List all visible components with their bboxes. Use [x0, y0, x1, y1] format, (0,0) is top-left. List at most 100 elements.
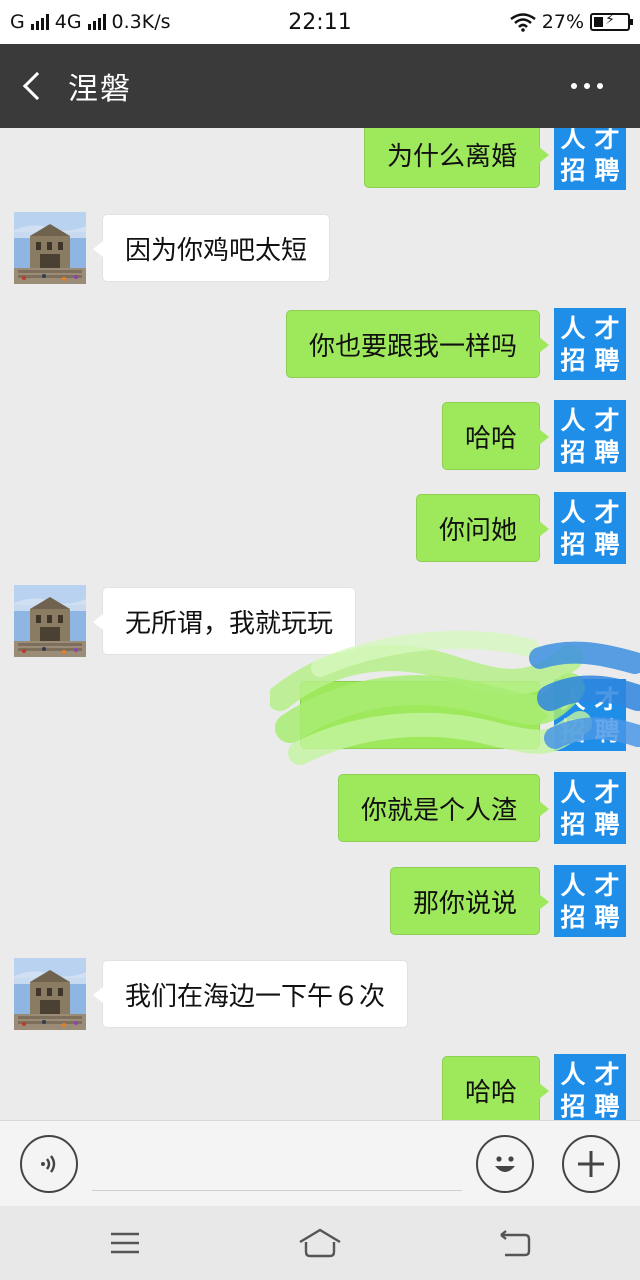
self-avatar[interactable]: 人才招聘 — [554, 128, 626, 190]
avatar-char: 人 — [560, 405, 586, 435]
sent-message-bubble[interactable] — [300, 681, 549, 749]
avatar-char: 人 — [560, 497, 586, 527]
self-avatar[interactable]: 人才招聘 — [554, 679, 626, 751]
message-row: 人才招聘那你说说 — [0, 865, 640, 937]
network-type-label: 4G — [54, 11, 82, 33]
system-nav-bar — [0, 1206, 640, 1280]
avatar-char: 人 — [560, 684, 586, 714]
avatar-char: 人 — [560, 777, 586, 807]
charging-icon: ⚡ — [605, 12, 615, 28]
avatar-char: 聘 — [594, 345, 620, 375]
avatar-char: 才 — [594, 684, 620, 714]
message-row: 人才招聘为什么离婚 — [0, 128, 640, 190]
battery-icon: ⚡ — [590, 12, 633, 31]
self-avatar[interactable]: 人才招聘 — [554, 492, 626, 564]
sent-message-bubble[interactable]: 那你说说 — [389, 867, 550, 935]
sent-message-bubble[interactable]: 哈哈 — [441, 402, 550, 470]
message-row: 人才招聘你就是个人渣 — [0, 772, 640, 844]
smiley-icon — [495, 1156, 515, 1172]
battery-percent: 27% — [541, 11, 584, 33]
avatar-char: 招 — [560, 902, 586, 932]
message-row: 人才招聘 — [0, 679, 640, 751]
ruins-photo-icon — [14, 958, 86, 1030]
avatar-char: 招 — [560, 529, 586, 559]
wifi-icon — [510, 13, 536, 32]
more-dot-icon — [584, 83, 590, 89]
chevron-left-icon — [22, 71, 52, 101]
carrier-label: G — [10, 11, 25, 33]
status-bar: G 4G 0.3K/s 22:11 27% ⚡ — [0, 0, 640, 44]
status-right: 27% ⚡ — [510, 11, 633, 33]
avatar-char: 招 — [560, 155, 586, 185]
avatar-char: 招 — [560, 1091, 586, 1120]
message-row: 人才招聘你也要跟我一样吗 — [0, 308, 640, 380]
avatar-char: 招 — [560, 809, 586, 839]
avatar-char: 人 — [560, 313, 586, 343]
nav-home-button[interactable] — [290, 1216, 350, 1270]
contact-avatar[interactable] — [14, 212, 86, 284]
message-row: 我们在海边一下午６次 — [0, 958, 640, 1030]
avatar-char: 聘 — [594, 716, 620, 746]
more-functions-button[interactable] — [562, 1135, 620, 1193]
avatar-char: 招 — [560, 716, 586, 746]
avatar-char: 人 — [560, 1059, 586, 1089]
avatar-char: 才 — [594, 1059, 620, 1089]
self-avatar[interactable]: 人才招聘 — [554, 1054, 626, 1120]
message-list[interactable]: 人才招聘为什么离婚 因为你鸡吧太短人才招聘你也要跟我一样吗人才招聘哈哈人才招聘你问… — [0, 128, 640, 1120]
avatar-char: 才 — [594, 870, 620, 900]
contact-avatar[interactable] — [14, 585, 86, 657]
voice-input-button[interactable] — [20, 1135, 78, 1193]
avatar-char: 招 — [560, 437, 586, 467]
self-avatar[interactable]: 人才招聘 — [554, 772, 626, 844]
emoji-button[interactable] — [476, 1135, 534, 1193]
signal-icon — [87, 14, 106, 30]
ruins-photo-icon — [14, 212, 86, 284]
menu-icon — [111, 1232, 139, 1254]
more-dot-icon — [597, 83, 603, 89]
avatar-char: 招 — [560, 345, 586, 375]
avatar-char: 才 — [594, 777, 620, 807]
voice-icon — [41, 1155, 56, 1173]
avatar-char: 才 — [594, 405, 620, 435]
received-message-bubble[interactable]: 我们在海边一下午６次 — [92, 960, 409, 1028]
self-avatar[interactable]: 人才招聘 — [554, 400, 626, 472]
avatar-char: 聘 — [594, 155, 620, 185]
input-bar — [0, 1120, 640, 1206]
contact-avatar[interactable] — [14, 958, 86, 1030]
battery-fill — [594, 17, 603, 27]
self-avatar[interactable]: 人才招聘 — [554, 865, 626, 937]
message-row: 人才招聘哈哈 — [0, 400, 640, 472]
avatar-char: 人 — [560, 128, 586, 153]
received-message-bubble[interactable]: 无所谓，我就玩玩 — [92, 587, 357, 655]
self-avatar[interactable]: 人才招聘 — [554, 308, 626, 380]
avatar-char: 聘 — [594, 809, 620, 839]
received-message-bubble[interactable]: 因为你鸡吧太短 — [92, 214, 331, 282]
chat-header: 涅磐 — [0, 44, 640, 128]
sent-message-bubble[interactable]: 你问她 — [415, 494, 550, 562]
more-options-button[interactable] — [552, 44, 622, 128]
return-icon — [500, 1230, 531, 1257]
chat-title: 涅磐 — [68, 72, 132, 107]
avatar-char: 才 — [594, 128, 620, 153]
status-left: G 4G 0.3K/s — [10, 11, 171, 33]
message-input[interactable] — [92, 1141, 462, 1191]
plus-icon — [578, 1151, 604, 1177]
network-speed: 0.3K/s — [111, 11, 171, 33]
sent-message-bubble[interactable]: 你也要跟我一样吗 — [285, 310, 550, 378]
message-row: 无所谓，我就玩玩 — [0, 585, 640, 657]
ruins-photo-icon — [14, 585, 86, 657]
avatar-char: 聘 — [594, 1091, 620, 1120]
sent-message-bubble[interactable]: 哈哈 — [441, 1056, 550, 1120]
avatar-char: 人 — [560, 870, 586, 900]
signal-icon — [30, 14, 49, 30]
avatar-char: 才 — [594, 497, 620, 527]
nav-back-button[interactable] — [485, 1216, 545, 1270]
back-button[interactable] — [0, 44, 64, 128]
nav-menu-button[interactable] — [95, 1216, 155, 1270]
avatar-char: 聘 — [594, 437, 620, 467]
avatar-char: 聘 — [594, 902, 620, 932]
more-dot-icon — [571, 83, 577, 89]
sent-message-bubble[interactable]: 为什么离婚 — [363, 128, 550, 188]
home-icon — [299, 1228, 341, 1258]
sent-message-bubble[interactable]: 你就是个人渣 — [337, 774, 550, 842]
